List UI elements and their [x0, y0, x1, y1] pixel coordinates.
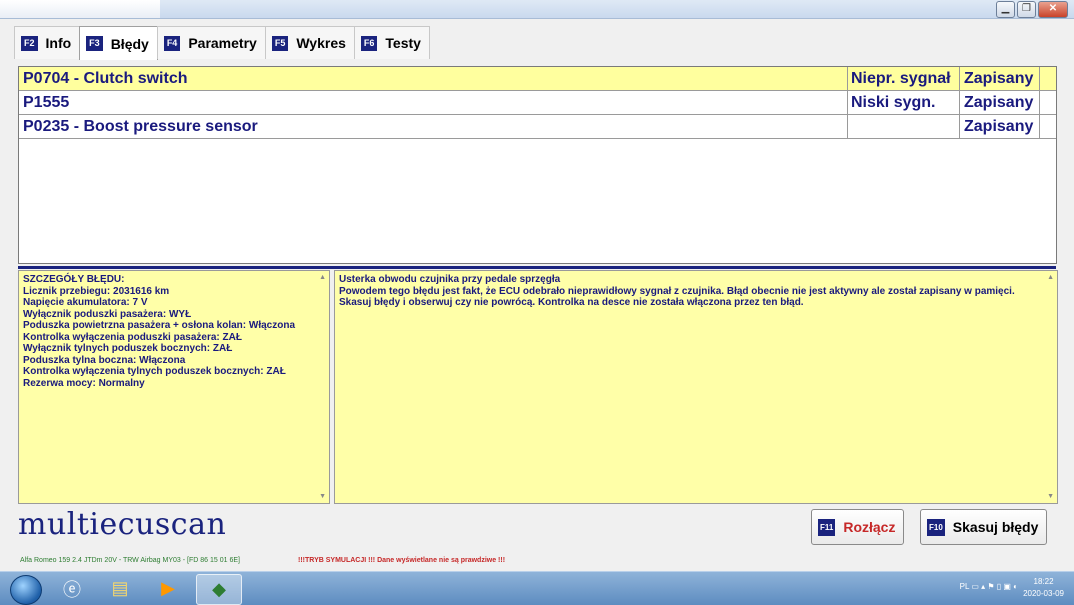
app-logo: multiecuscan [18, 507, 227, 542]
details-line: Poduszka powietrzna pasażera + osłona ko… [23, 320, 296, 331]
error-description-text: Usterka obwodu czujnika przy pedale sprz… [335, 271, 1057, 309]
details-scrollbar[interactable]: ▲ ▼ [315, 271, 329, 503]
fkey-badge: F3 [86, 36, 103, 51]
tab-label: Info [45, 35, 72, 51]
error-signal [847, 115, 961, 138]
clear-errors-label: Skasuj błędy [952, 519, 1039, 535]
description-body: Powodem tego błędu jest fakt, że ECU ode… [339, 285, 1015, 309]
scroll-up-icon[interactable]: ▲ [1047, 274, 1054, 281]
disconnect-button[interactable]: F11 Rozłącz [811, 509, 905, 545]
scroll-down-icon[interactable]: ▼ [1047, 493, 1054, 500]
internet-explorer-icon[interactable]: ⓔ [50, 574, 94, 603]
scroll-up-icon[interactable]: ▲ [319, 274, 326, 281]
details-line: Napięcie akumulatora: 7 V [23, 297, 148, 308]
fkey-badge: F2 [21, 35, 38, 51]
error-details-text: SZCZEGÓŁY BŁĘDU: Licznik przebiegu: 2031… [19, 271, 329, 389]
error-description-panel[interactable]: Usterka obwodu czujnika przy pedale sprz… [334, 270, 1058, 504]
restore-icon[interactable]: ❐ [1017, 1, 1036, 18]
error-signal: Niski sygn. [847, 91, 961, 114]
error-row-end [1039, 67, 1056, 90]
fkey-badge: F10 [927, 518, 945, 536]
clear-errors-button[interactable]: F10 Skasuj błędy [920, 509, 1048, 545]
error-status: Zapisany [959, 115, 1044, 138]
media-player-icon[interactable]: ▶ [146, 574, 190, 603]
tab-parameters[interactable]: F4 Parametry [156, 26, 266, 59]
close-icon[interactable]: ✕ [1038, 1, 1068, 18]
error-code: P0704 - Clutch switch [23, 70, 188, 87]
error-code: P1555 [23, 94, 70, 111]
file-explorer-icon[interactable]: ▤ [98, 574, 142, 603]
tab-label: Błędy [110, 35, 149, 52]
details-line: Poduszka tylna boczna: Włączona [23, 354, 186, 366]
language-indicator[interactable]: PL [960, 582, 970, 591]
details-line: Licznik przebiegu: 2031616 km [23, 285, 170, 297]
system-tray[interactable]: PL ▭ ▴ ⚑ ▯ ▣ ◐ [960, 582, 1018, 591]
disconnect-label: Rozłącz [843, 519, 896, 535]
description-scrollbar[interactable]: ▲ ▼ [1043, 271, 1057, 503]
fkey-badge: F4 [163, 35, 181, 51]
error-row-end [1039, 115, 1056, 138]
fkey-badge: F5 [271, 35, 289, 51]
title-bar-left [0, 0, 160, 18]
description-title: Usterka obwodu czujnika przy pedale sprz… [339, 274, 561, 285]
scroll-down-icon[interactable]: ▼ [319, 493, 326, 500]
error-status: Zapisany [959, 67, 1044, 90]
tab-bar: F2 Info F3 Błędy F4 Parametry F5 Wykres … [14, 26, 430, 60]
windows-start-icon[interactable] [10, 575, 42, 605]
section-divider [18, 266, 1056, 269]
system-clock[interactable]: 18:22 2020-03-09 [1023, 576, 1064, 600]
minimize-icon[interactable]: ▁ [996, 1, 1015, 18]
title-bar: ▁ ❐ ✕ [0, 0, 1074, 19]
error-row[interactable]: P1555 Niski sygn. Zapisany [19, 91, 1056, 115]
tab-tests[interactable]: F6 Testy [353, 26, 430, 59]
error-code: P0235 - Boost pressure sensor [23, 118, 258, 135]
fkey-badge: F11 [818, 518, 836, 536]
tray-icons[interactable]: ▭ ▴ ⚑ ▯ ▣ ◐ [971, 582, 1018, 591]
error-list: P0704 - Clutch switch Niepr. sygnał Zapi… [18, 66, 1057, 264]
tab-label: Testy [385, 35, 421, 51]
simulation-warning: !!!TRYB SYMULACJI !!! Dane wyświetlane n… [298, 557, 506, 564]
tab-label: Wykres [296, 35, 346, 51]
multiecuscan-app-icon[interactable]: ◆ [196, 574, 242, 605]
tab-info[interactable]: F2 Info [14, 26, 81, 59]
tab-errors[interactable]: F3 Błędy [79, 26, 158, 60]
error-row[interactable]: P0235 - Boost pressure sensor Zapisany [19, 115, 1056, 139]
details-line: Wyłącznik poduszki pasażera: WYŁ [23, 308, 192, 320]
tab-chart[interactable]: F5 Wykres [264, 26, 355, 59]
details-line: Rezerwa mocy: Normalny [23, 377, 145, 389]
error-details-panel[interactable]: SZCZEGÓŁY BŁĘDU: Licznik przebiegu: 2031… [18, 270, 330, 504]
error-signal: Niepr. sygnał [847, 67, 961, 90]
details-line: Kontrolka wyłączenia tylnych poduszek bo… [23, 366, 286, 377]
details-line: Wyłącznik tylnych poduszek bocznych: ZAŁ [23, 343, 233, 354]
clock-time: 18:22 [1033, 577, 1054, 586]
details-heading: SZCZEGÓŁY BŁĘDU: [23, 274, 125, 285]
windows-taskbar: ⓔ ▤ ▶ ◆ PL ▭ ▴ ⚑ ▯ ▣ ◐ 18:22 2020-03-09 [0, 571, 1074, 605]
error-status: Zapisany [959, 91, 1044, 114]
clock-date: 2020-03-09 [1023, 589, 1064, 598]
ecu-info: Alfa Romeo 159 2.4 JTDm 20V - TRW Airbag… [20, 557, 240, 564]
error-row[interactable]: P0704 - Clutch switch Niepr. sygnał Zapi… [19, 67, 1056, 91]
fkey-badge: F6 [360, 35, 378, 51]
details-line: Kontrolka wyłączenia poduszki pasażera: … [23, 331, 242, 343]
tab-label: Parametry [188, 35, 257, 51]
status-bar: Alfa Romeo 159 2.4 JTDm 20V - TRW Airbag… [0, 553, 1074, 568]
error-row-end [1039, 91, 1056, 114]
